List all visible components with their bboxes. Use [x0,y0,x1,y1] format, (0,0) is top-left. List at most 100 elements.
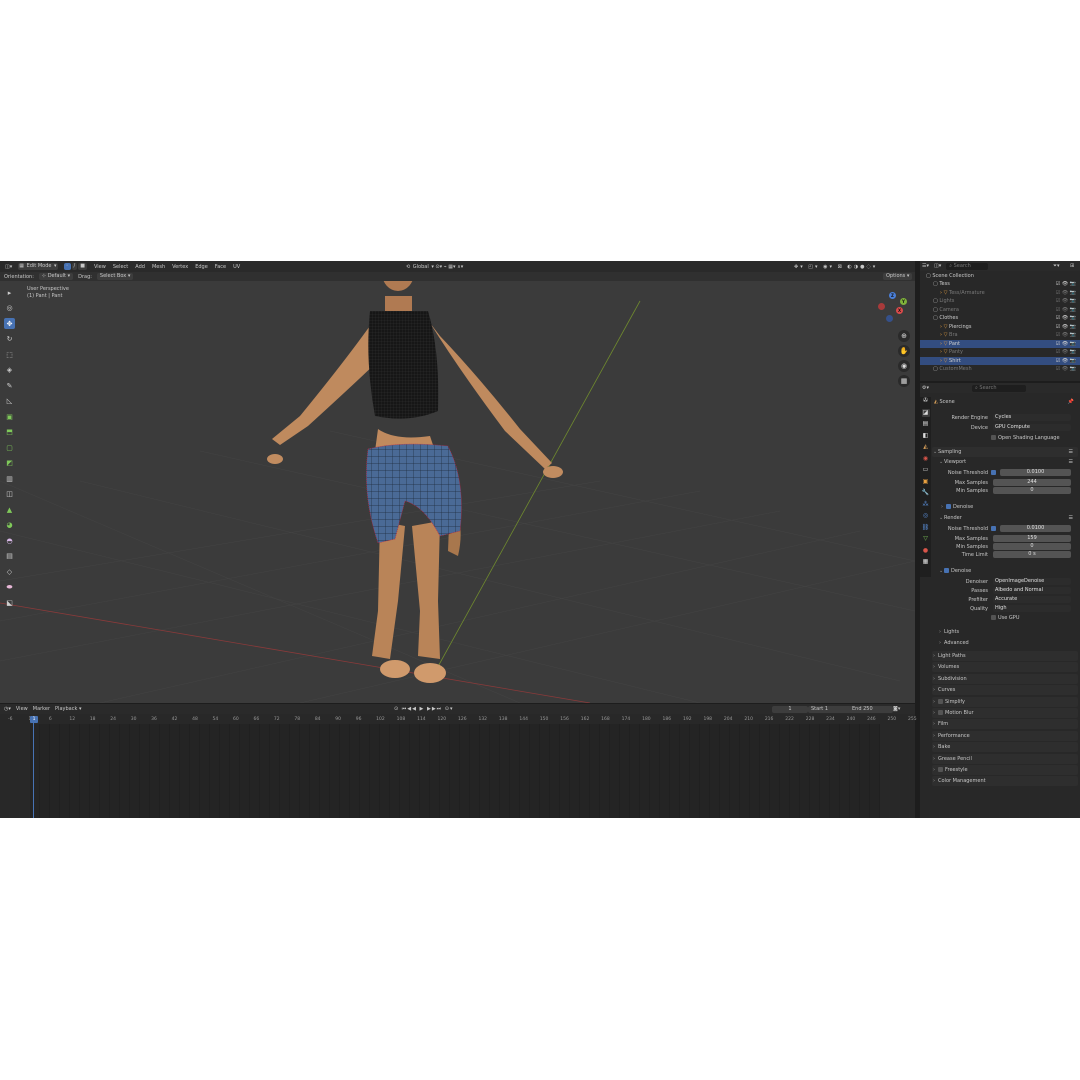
gizmo-y-icon[interactable]: Y [900,298,907,305]
denoiser-dropdown[interactable]: OpenImageDenoise [993,578,1071,585]
edge-slide-tool-icon[interactable]: ▤ [4,551,15,562]
rotate-tool-icon[interactable]: ↻ [4,334,15,345]
editor-type-icon[interactable]: ◫▾ [4,264,13,270]
orientation-dropdown[interactable]: ⊹ Default ▾ [38,273,74,280]
gizmo-neg-z-icon[interactable] [886,315,893,322]
3d-viewport[interactable]: ▸ ◎ ✥ ↻ ⬚ ◈ ✎ ◺ ▣ ⬒ ▢ ◩ ▥ ◫ ▲ ◕ ◓ ▤ ◇ ⬬ … [0,281,915,703]
render-max-samples-field[interactable]: 159 [993,535,1071,542]
panel-motion-blur[interactable]: Motion Blur [932,708,1078,718]
outliner[interactable]: ☰▾ ◫▾ ⌕ Search ⏷▾ ⊞ ▢ Scene Collection ▢… [920,261,1080,381]
visibility-icons[interactable]: ☑ 👁 📷 [1056,297,1076,305]
menu-view[interactable]: View [93,264,107,270]
viewport-max-samples-field[interactable]: 244 [993,479,1071,486]
inset-tool-icon[interactable]: ▢ [4,442,15,453]
outliner-item[interactable]: › ▽ Shirt ☑ 👁 📷 [920,357,1080,365]
outliner-item[interactable]: ▢ Tess ☑ 👁 📷 [920,280,1080,288]
menu-select[interactable]: Select [112,264,129,270]
panel-grease-pencil[interactable]: Grease Pencil [932,753,1078,764]
visibility-icons[interactable]: ☑ 👁 📷 [1056,348,1076,356]
select-box-tool-icon[interactable]: ▸ [4,287,15,298]
viewport-min-samples-field[interactable]: 0 [993,487,1071,494]
grid-view-icon[interactable]: ▦ [898,375,910,387]
menu-face[interactable]: Face [214,264,227,270]
sampling-lights-subpanel[interactable]: Lights [938,627,1078,637]
loop-cut-tool-icon[interactable]: ▥ [4,473,15,484]
transform-tool-icon[interactable]: ◈ [4,365,15,376]
cursor-tool-icon[interactable]: ◎ [4,303,15,314]
panel-checkbox[interactable] [938,710,943,715]
render-noise-threshold-checkbox[interactable] [991,526,996,531]
playhead-frame-indicator[interactable]: 1 [30,716,38,723]
panel-checkbox[interactable] [938,767,943,772]
options-dropdown[interactable]: Options ▾ [883,273,913,280]
time-limit-field[interactable]: 0 s [993,551,1071,558]
render-denoise-subpanel[interactable]: Denoise [938,566,1078,576]
filter-icon[interactable]: ⏷▾ [1053,263,1060,269]
timeline-menu-marker[interactable]: Marker [33,706,50,712]
frame-area[interactable] [30,724,880,818]
preset-icon[interactable]: ☰ [1069,447,1073,457]
extrude-tool-icon[interactable]: ⬒ [4,427,15,438]
visibility-icons[interactable]: ☑ 👁 📷 [1056,365,1076,373]
visibility-icons[interactable]: ☑ 👁 📷 [1056,280,1076,288]
menu-mesh[interactable]: Mesh [151,264,166,270]
outliner-item[interactable]: › ▽ Pant ☑ 👁 📷 [920,340,1080,348]
drag-dropdown[interactable]: Select Box ▾ [96,273,134,280]
menu-edge[interactable]: Edge [194,264,209,270]
visibility-icons[interactable]: ☑ 👁 📷 [1056,357,1076,365]
outliner-item[interactable]: › ▽ Piercings ☑ 👁 📷 [920,323,1080,331]
menu-uv[interactable]: UV [232,264,241,270]
menu-vertex[interactable]: Vertex [171,264,189,270]
render-min-samples-field[interactable]: 0 [993,543,1071,550]
viewport-subpanel[interactable]: Viewport☰ [938,457,1078,467]
visibility-icons[interactable]: ☑ 👁 📷 [1056,340,1076,348]
keying-icon[interactable]: ◙▾ [893,706,900,712]
panel-volumes[interactable]: Volumes [932,662,1078,673]
outliner-scene-collection[interactable]: ▢ Scene Collection [920,272,1080,280]
viewport-preset-icon[interactable]: ☰ [1069,457,1073,467]
panel-light-paths[interactable]: Light Paths [932,651,1078,661]
panel-curves[interactable]: Curves [932,685,1078,696]
poly-build-tool-icon[interactable]: ▲ [4,504,15,515]
panel-checkbox[interactable] [938,698,943,704]
viewport-scene[interactable] [0,281,915,703]
vertex-select-icon[interactable]: ◦ [63,263,71,270]
outliner-editor-type-icon[interactable]: ☰▾ [922,263,929,269]
timeline-menu-view[interactable]: View [16,706,28,712]
render-engine-dropdown[interactable]: Cycles [993,414,1071,421]
frame-ruler[interactable]: -6 1 6 12 18 24 30 36 42 48 54 60 66 72 78 84 90 96 102 108… [0,717,917,724]
viewport-noise-threshold-checkbox[interactable] [991,470,996,475]
move-tool-icon[interactable]: ✥ [4,318,15,329]
outliner-item[interactable]: › ▽ Panty ☑ 👁 📷 [920,348,1080,356]
use-gpu-checkbox[interactable]: Use GPU [991,614,1080,622]
properties-editor[interactable]: ⚙▾ ⌕ Search ✇ ◪ ▤ ◧ ◭ ◉ ▭ ▣ 🔧 ⁂ ◎ ⛓ ▽ ● … [920,383,1080,818]
outliner-display-icon[interactable]: ◫▾ [934,263,941,269]
camera-view-icon[interactable]: ◉ [898,360,910,372]
shirt-mesh[interactable] [368,311,439,419]
panel-subdivision[interactable]: Subdivision [932,673,1078,684]
panel-bake[interactable]: Bake [932,742,1078,753]
render-subpanel[interactable]: Render☰ [938,513,1078,523]
new-collection-icon[interactable]: ⊞ [1070,263,1074,269]
viewport-noise-threshold-field[interactable]: 0.0100 [1000,469,1071,476]
sampling-panel[interactable]: Sampling☰ [932,447,1078,457]
zoom-icon[interactable]: ⊕ [898,330,910,342]
measure-tool-icon[interactable]: ◺ [4,396,15,407]
device-dropdown[interactable]: GPU Compute [993,424,1071,431]
render-noise-threshold-field[interactable]: 0.0100 [1000,525,1071,532]
pan-hand-icon[interactable]: ✋ [898,345,910,357]
timeline-editor[interactable]: ◷▾ View Marker Playback ▾ ⊙ ⏮◀◀ ▶ ▶▶⏭ ⊙▾… [0,704,917,818]
outliner-item[interactable]: › ▽ Tess/Armature ☑ 👁 📷 [920,289,1080,297]
character-model[interactable] [267,281,563,683]
gizmo-neg-x-icon[interactable] [878,303,885,310]
edge-select-icon[interactable]: / [71,263,78,270]
viewport-denoise-subpanel[interactable]: Denoise [940,502,1078,512]
face-select-icon[interactable]: ■ [78,263,87,270]
end-frame-field[interactable]: End 250 [849,705,893,713]
passes-dropdown[interactable]: Albedo and Normal [993,587,1071,594]
shrink-fatten-tool-icon[interactable]: ◇ [4,566,15,577]
spin-tool-icon[interactable]: ◕ [4,520,15,531]
navigation-gizmo[interactable]: X Y Z [874,289,910,325]
rip-tool-icon[interactable]: ⬕ [4,597,15,608]
render-preset-icon[interactable]: ☰ [1069,513,1073,523]
